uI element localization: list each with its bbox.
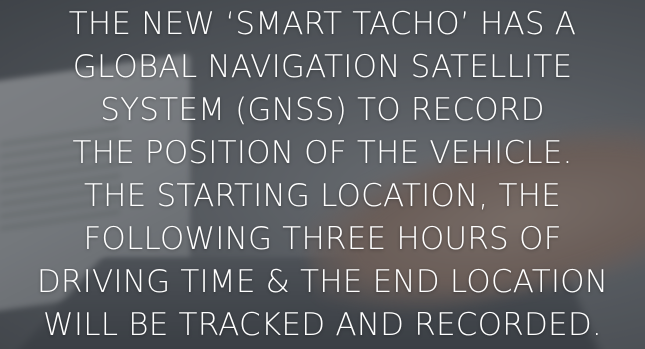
caption-line: THE POSITION OF THE VEHICLE. bbox=[72, 135, 573, 171]
caption-line: THE STARTING LOCATION, THE bbox=[84, 178, 561, 214]
caption-line: SYSTEM (GNSS) TO RECORD bbox=[100, 92, 545, 128]
caption-line: FOLLOWING THREE HOURS OF bbox=[83, 221, 562, 257]
caption-line: WILL BE TRACKED AND RECORDED. bbox=[43, 307, 602, 343]
caption-text: THE NEW ‘SMART TACHO’ HAS A GLOBAL NAVIG… bbox=[0, 3, 645, 347]
caption-line: THE NEW ‘SMART TACHO’ HAS A bbox=[68, 6, 577, 42]
caption-line: GLOBAL NAVIGATION SATELLITE bbox=[72, 49, 573, 85]
caption-line: DRIVING TIME & THE END LOCATION bbox=[36, 264, 609, 300]
